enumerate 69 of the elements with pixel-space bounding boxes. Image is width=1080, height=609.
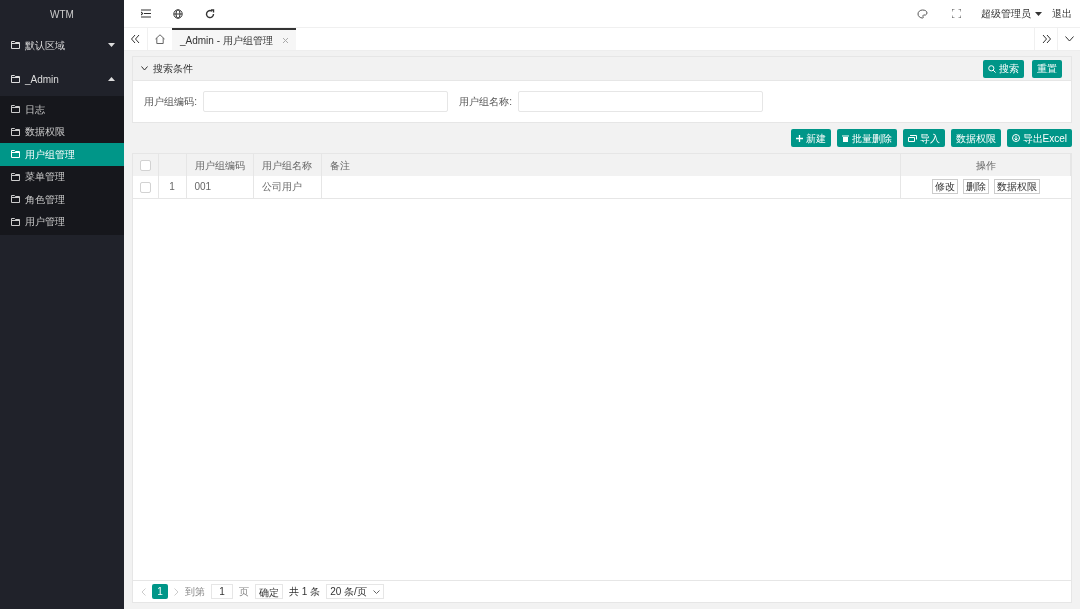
refresh-icon[interactable] [205,8,215,19]
plus-icon [795,134,803,142]
action-button[interactable]: 数据权限 [993,179,1040,195]
chevron-down-icon[interactable] [141,66,148,71]
input-field[interactable] [518,91,763,112]
checkbox[interactable] [139,160,151,172]
column-header: 操作 [900,154,1071,176]
globe-icon[interactable] [173,8,183,19]
field-label: 用户组编码: [143,95,198,109]
nav-group[interactable]: _Admin [0,62,124,96]
data-permission-button[interactable]: 数据权限 [950,129,1001,147]
reset-button[interactable]: 重置 [1032,59,1062,78]
folder-icon [11,217,20,226]
nav-item[interactable]: 角色管理 [0,188,124,211]
page-button[interactable]: 1 [152,584,168,599]
trash-icon [841,134,849,142]
nav-item[interactable]: 用户管理 [0,210,124,233]
menu-icon[interactable] [141,9,151,18]
goto-label: 到第 [185,585,205,599]
table-cell: 公司用户 [261,181,302,193]
stack-icon [907,134,917,142]
folder-icon [11,172,20,181]
row-number: 1 [169,181,175,193]
double-left-icon[interactable] [131,35,140,43]
nav-item[interactable]: 日志 [0,98,124,121]
app-title: WTM [49,7,75,22]
tab[interactable]: _Admin - 用户组管理 [172,28,296,50]
column-header: 用户组名称 [253,154,321,176]
user-menu[interactable]: 超级管理员 [981,6,1042,21]
nav-item[interactable]: 菜单管理 [0,165,124,188]
action-button[interactable]: 删除 [962,179,989,195]
folder-icon [11,150,20,159]
input-field[interactable] [203,91,448,112]
folder-icon [11,105,20,114]
chevron-down-icon [372,589,380,594]
field-label: 用户组名称: [458,95,513,109]
palette-icon[interactable] [917,8,928,19]
search-button[interactable]: 搜索 [983,59,1024,78]
close-icon[interactable] [282,37,288,43]
logout-link[interactable]: 退出 [1052,6,1072,21]
search-panel-title: 搜索条件 [153,62,193,76]
search-icon [988,64,996,73]
home-icon[interactable] [155,34,165,44]
table-cell: 001 [194,181,212,193]
folder-icon [11,195,20,204]
column-header: 备注 [321,154,901,176]
download-icon [1011,134,1020,142]
batch-delete-button[interactable]: 批量删除 [836,129,897,147]
folder-icon [11,127,20,136]
total-count: 共 1 条 [289,585,321,599]
folder-icon [11,41,20,49]
caret-icon [1035,11,1042,16]
nav-group[interactable]: 默认区域 [0,28,124,62]
export-button[interactable]: 导出Excel [1006,129,1072,147]
new-button[interactable]: 新建 [790,129,831,147]
nav-item[interactable]: 数据权限 [0,120,124,143]
folder-icon [11,75,20,83]
double-right-icon[interactable] [1041,35,1051,43]
fullscreen-icon[interactable] [952,9,961,18]
checkbox[interactable] [139,182,151,194]
confirm-button[interactable]: 确定 [255,584,283,599]
page-input[interactable]: 1 [211,584,233,599]
chevron-down-icon[interactable] [1064,36,1074,42]
page-unit: 页 [239,585,249,599]
import-button[interactable]: 导入 [902,129,945,147]
nav-item[interactable]: 用户组管理 [0,143,124,166]
page-size-select[interactable]: 20 条/页 [326,584,384,599]
column-header: 用户组编码 [186,154,253,176]
action-button[interactable]: 修改 [931,179,958,195]
